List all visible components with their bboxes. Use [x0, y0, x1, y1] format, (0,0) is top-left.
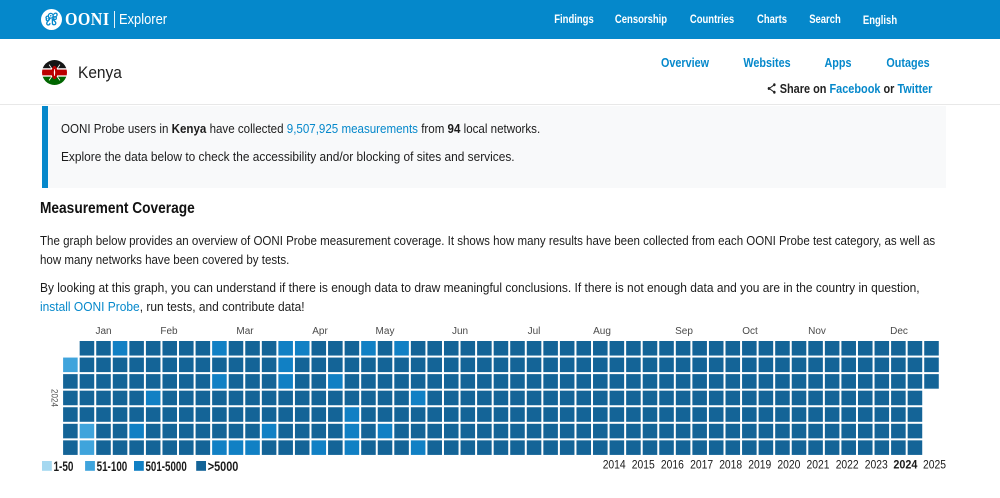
svg-text:Sep: Sep	[675, 326, 693, 337]
svg-text:2020: 2020	[777, 458, 800, 472]
svg-text:2018: 2018	[719, 458, 742, 472]
svg-text:2024: 2024	[50, 389, 60, 407]
svg-text:2025: 2025	[923, 458, 946, 472]
svg-text:501-5000: 501-5000	[146, 458, 187, 474]
svg-text:Mar: Mar	[236, 326, 254, 337]
svg-text:2015: 2015	[632, 458, 655, 472]
svg-text:2016: 2016	[661, 458, 684, 472]
svg-text:Jan: Jan	[95, 326, 111, 337]
svg-text:2014: 2014	[603, 458, 626, 472]
svg-text:Jul: Jul	[528, 326, 541, 337]
svg-text:Nov: Nov	[808, 326, 826, 337]
svg-text:May: May	[376, 326, 395, 337]
svg-text:51-100: 51-100	[97, 458, 128, 474]
svg-text:2022: 2022	[836, 458, 859, 472]
svg-text:Feb: Feb	[160, 326, 178, 337]
svg-text:Aug: Aug	[593, 326, 611, 337]
svg-text:1-50: 1-50	[54, 458, 74, 474]
svg-text:2024: 2024	[893, 458, 917, 472]
svg-text:Oct: Oct	[742, 326, 758, 337]
svg-text:2017: 2017	[690, 458, 713, 472]
svg-text:2019: 2019	[748, 458, 771, 472]
svg-text:>5000: >5000	[208, 458, 239, 474]
svg-text:2021: 2021	[807, 458, 830, 472]
svg-text:Dec: Dec	[890, 326, 908, 337]
svg-text:Jun: Jun	[452, 326, 468, 337]
svg-text:2023: 2023	[865, 458, 888, 472]
svg-text:Apr: Apr	[312, 326, 328, 337]
